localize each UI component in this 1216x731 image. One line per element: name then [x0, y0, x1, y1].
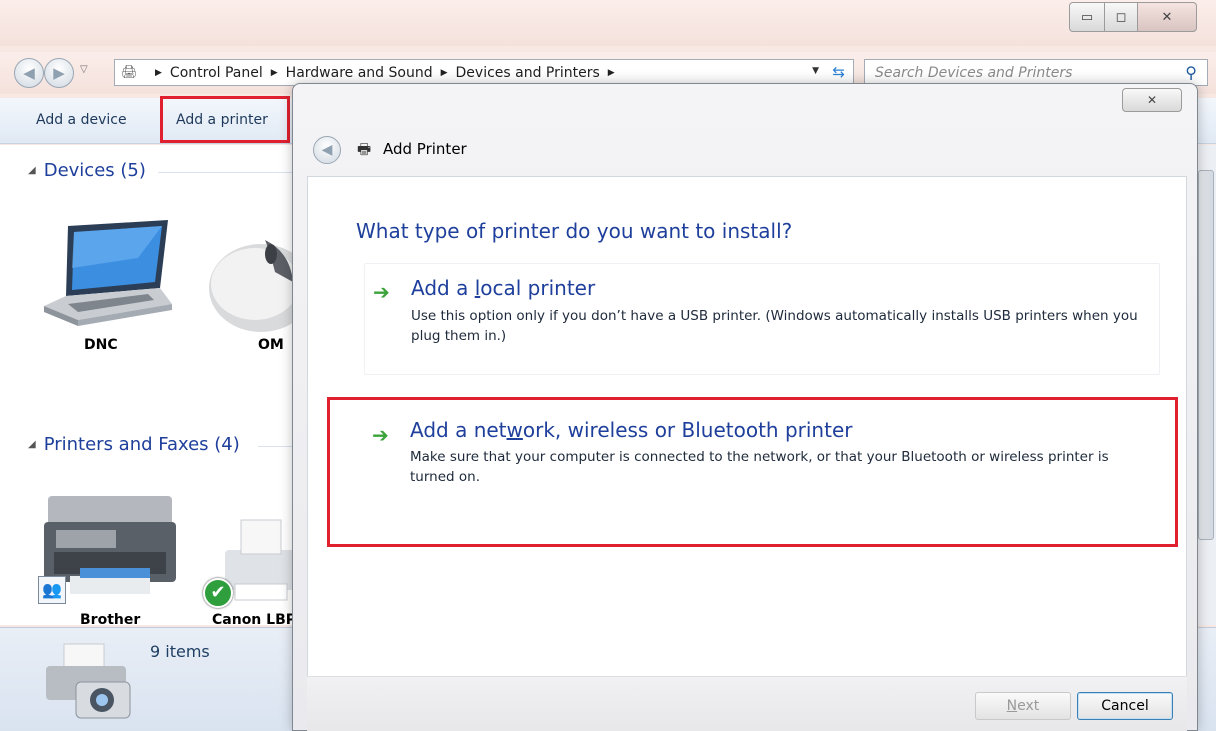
next-button[interactable]: Next: [975, 692, 1071, 720]
search-icon[interactable]: ⚲: [1185, 63, 1197, 82]
chevron-right-icon[interactable]: ▶: [271, 68, 278, 78]
devices-group-header[interactable]: ◢ Devices (5): [28, 160, 146, 181]
close-button[interactable]: ✕: [1137, 2, 1197, 32]
refresh-icon[interactable]: ⇆: [832, 63, 845, 81]
printer-icon: 🖶: [357, 140, 372, 158]
device-label-om[interactable]: OM: [258, 337, 284, 353]
scrollbar-thumb[interactable]: [1198, 170, 1214, 540]
maximize-button[interactable]: ◻: [1104, 2, 1138, 32]
shared-users-icon: 👥: [38, 576, 66, 604]
printer-camera-icon: [46, 643, 131, 719]
laptop-icon[interactable]: [38, 218, 178, 328]
forward-button[interactable]: ▶: [44, 58, 74, 88]
minimize-button[interactable]: ▭: [1069, 2, 1105, 32]
default-printer-check-icon: ✔: [203, 578, 233, 608]
control-panel-icon: 🖨: [121, 64, 138, 80]
devices-group-label: Devices (5): [43, 160, 146, 181]
search-input[interactable]: Search Devices and Printers ⚲: [864, 59, 1208, 86]
printer-label-canon[interactable]: Canon LBP: [212, 612, 296, 628]
window-titlebar: ▭ ◻ ✕: [0, 0, 1216, 46]
dialog-back-button[interactable]: ◀: [313, 136, 341, 164]
add-device-button[interactable]: Add a device: [28, 106, 135, 134]
network-option-highlight: [327, 397, 1178, 547]
recent-pages-dropdown[interactable]: ▽: [80, 64, 88, 75]
dialog-footer: Next Cancel: [307, 676, 1187, 731]
back-button[interactable]: ◀: [14, 58, 44, 88]
printer-label-brother[interactable]: Brother: [80, 612, 140, 628]
cancel-button[interactable]: Cancel: [1077, 692, 1173, 720]
add-local-printer-option[interactable]: ➔ Add a local printer Use this option on…: [364, 263, 1160, 375]
chevron-right-icon[interactable]: ▶: [608, 68, 615, 78]
dialog-question: What type of printer do you want to inst…: [356, 219, 793, 243]
search-placeholder: Search Devices and Printers: [875, 64, 1073, 81]
collapse-triangle-icon[interactable]: ◢: [28, 165, 36, 176]
group-divider: [158, 172, 298, 173]
address-dropdown-icon[interactable]: ▼: [812, 66, 819, 76]
add-local-printer-description: Use this option only if you don’t have a…: [411, 308, 1138, 344]
printers-group-header[interactable]: ◢ Printers and Faxes (4): [28, 434, 240, 455]
add-local-printer-title[interactable]: Add a local printer: [411, 276, 595, 300]
collapse-triangle-icon[interactable]: ◢: [28, 439, 36, 450]
address-bar[interactable]: 🖨 ▶ Control Panel ▶ Hardware and Sound ▶…: [114, 59, 854, 86]
dialog-close-button[interactable]: ✕: [1122, 88, 1182, 112]
chevron-right-icon[interactable]: ▶: [441, 68, 448, 78]
device-label-dnc[interactable]: DNC: [84, 337, 118, 353]
printers-group-label: Printers and Faxes (4): [43, 434, 240, 455]
breadcrumb-hardware-and-sound[interactable]: Hardware and Sound: [286, 65, 433, 81]
dialog-title: Add Printer: [383, 140, 467, 158]
breadcrumb-devices-and-printers[interactable]: Devices and Printers: [456, 65, 600, 81]
breadcrumb-control-panel[interactable]: Control Panel: [170, 65, 263, 81]
green-arrow-icon: ➔: [373, 280, 390, 304]
chevron-right-icon[interactable]: ▶: [155, 68, 162, 78]
item-count: 9 items: [150, 642, 210, 661]
add-printer-highlight: [160, 96, 290, 143]
mouse-icon[interactable]: [205, 232, 295, 332]
